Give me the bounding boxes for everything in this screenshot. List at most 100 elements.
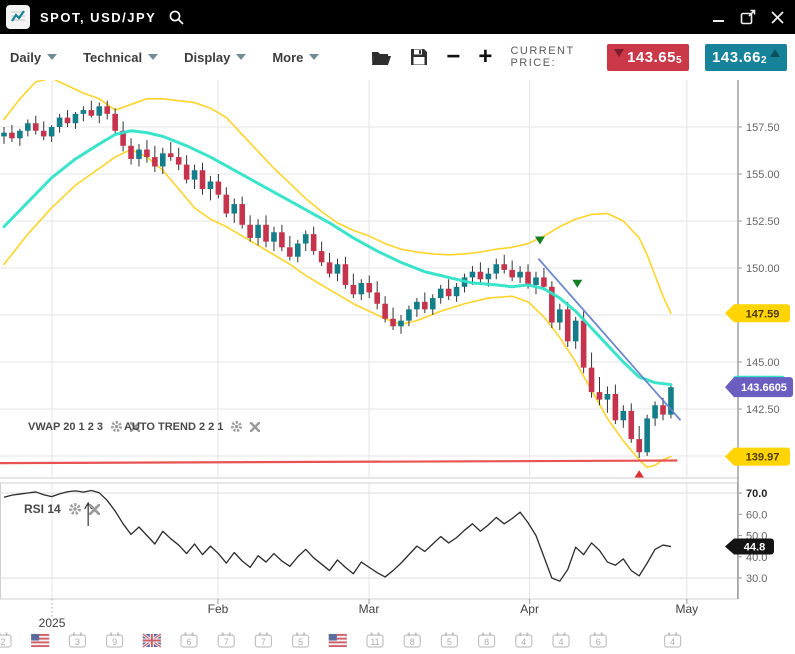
candle — [96, 103, 102, 124]
symbol-title: SPOT, USD/JPY — [40, 10, 156, 25]
popout-button[interactable] — [740, 9, 756, 25]
candle — [573, 317, 579, 349]
more-menu[interactable]: More — [272, 50, 319, 65]
candle — [279, 225, 285, 251]
bid-price: 143.65 — [627, 49, 676, 66]
svg-text:8: 8 — [484, 637, 489, 647]
vwap-settings-gear-icon[interactable] — [110, 420, 123, 433]
save-icon[interactable] — [410, 48, 428, 66]
chevron-down-icon — [236, 54, 246, 60]
candle — [327, 253, 333, 277]
low-signal-marker[interactable] — [634, 470, 644, 478]
zoom-out-button[interactable]: − — [446, 47, 460, 67]
candle — [644, 415, 650, 456]
search-icon[interactable] — [168, 9, 185, 26]
current-price-tag[interactable]: 143.6605 — [725, 377, 793, 397]
auto-trend-settings-gear-icon[interactable] — [230, 420, 243, 433]
candle — [89, 101, 95, 118]
more-menu-label: More — [272, 50, 303, 65]
calendar-day-icon[interactable]: 11 — [367, 633, 383, 648]
rsi-label-text: RSI 14 — [24, 502, 61, 516]
sell-signal-marker[interactable] — [535, 237, 545, 245]
calendar-day-icon[interactable]: 5 — [293, 633, 309, 648]
calendar-day-icon[interactable]: 8 — [404, 633, 420, 648]
price-axis-tick-label: 145.00 — [746, 357, 780, 369]
band-price-tag[interactable]: 139.97 — [725, 448, 790, 466]
candle — [208, 176, 214, 200]
svg-text:7: 7 — [224, 637, 229, 647]
display-menu[interactable]: Display — [184, 50, 246, 65]
close-icon[interactable] — [770, 10, 785, 25]
calendar-day-icon[interactable]: 5 — [441, 633, 457, 648]
price-axis-tick-label: 150.00 — [746, 263, 780, 275]
svg-text:6: 6 — [186, 637, 191, 647]
vwap-line[interactable] — [4, 131, 671, 385]
ask-price-button[interactable]: 143.662 — [705, 44, 787, 71]
calendar-day-icon[interactable]: 4 — [516, 633, 532, 648]
calendar-day-icon[interactable]: 3 — [69, 633, 85, 648]
timeframe-menu-label: Daily — [10, 50, 41, 65]
candle — [81, 106, 87, 121]
rsi-remove-icon[interactable] — [89, 504, 100, 515]
us-flag-icon[interactable] — [329, 634, 347, 647]
svg-text:9: 9 — [112, 637, 117, 647]
svg-text:143.6605: 143.6605 — [741, 382, 787, 394]
calendar-day-icon[interactable]: 6 — [181, 633, 197, 648]
candle — [128, 138, 134, 164]
rsi-panel[interactable] — [4, 490, 671, 581]
candle — [454, 283, 460, 302]
auto-trend-remove-icon[interactable] — [250, 422, 260, 432]
candle — [636, 426, 642, 458]
technical-menu[interactable]: Technical — [83, 50, 158, 65]
candle — [112, 108, 118, 134]
candle — [184, 155, 190, 183]
candle — [359, 279, 365, 300]
band-price-tag[interactable]: 147.59 — [725, 304, 790, 322]
bid-price-button[interactable]: 143.655 — [607, 44, 689, 71]
candle — [239, 197, 245, 229]
candle — [343, 257, 349, 289]
calendar-day-icon[interactable]: 7 — [218, 633, 234, 648]
uk-flag-icon[interactable] — [143, 634, 161, 647]
grid-lines — [0, 80, 738, 599]
candle — [41, 121, 47, 140]
candle — [168, 142, 174, 161]
open-folder-icon[interactable] — [371, 49, 392, 66]
candle — [192, 165, 198, 189]
svg-text:4: 4 — [670, 637, 675, 647]
calendar-day-icon[interactable]: 7 — [255, 633, 271, 648]
candle — [478, 262, 484, 283]
arrow-up-icon — [770, 49, 780, 57]
svg-text:44.8: 44.8 — [744, 542, 765, 554]
us-flag-icon[interactable] — [31, 634, 49, 647]
rsi-settings-gear-icon[interactable] — [68, 502, 82, 516]
candle — [398, 315, 404, 334]
candle — [231, 198, 237, 222]
current-price-label: CURRENT PRICE: — [510, 45, 593, 69]
calendar-day-icon[interactable]: 9 — [107, 633, 123, 648]
minimize-button[interactable] — [712, 10, 726, 24]
candle — [501, 255, 507, 274]
sell-signal-marker[interactable] — [572, 280, 582, 288]
support-line[interactable] — [0, 461, 677, 464]
arrow-down-icon — [614, 49, 624, 57]
candle — [613, 385, 619, 424]
candle — [271, 227, 277, 251]
calendar-day-icon[interactable]: 4 — [553, 633, 569, 648]
rsi-value-tag[interactable]: 44.8 — [725, 539, 774, 555]
svg-text:8: 8 — [410, 637, 415, 647]
calendar-day-icon[interactable]: 2 — [0, 633, 11, 648]
svg-text:139.97: 139.97 — [746, 452, 780, 464]
candle — [557, 304, 563, 330]
month-label: Mar — [359, 602, 380, 616]
timeframe-menu[interactable]: Daily — [10, 50, 57, 65]
calendar-day-icon[interactable]: 4 — [665, 633, 681, 648]
svg-text:4: 4 — [558, 637, 563, 647]
price-chart-svg[interactable]: 157.50155.00152.50150.00147.50145.00142.… — [0, 80, 795, 654]
rsi-line[interactable] — [4, 490, 671, 581]
chevron-down-icon — [148, 54, 158, 60]
svg-text:6: 6 — [596, 637, 601, 647]
calendar-day-icon[interactable]: 8 — [479, 633, 495, 648]
calendar-day-icon[interactable]: 6 — [590, 633, 606, 648]
zoom-in-button[interactable]: + — [478, 47, 492, 67]
